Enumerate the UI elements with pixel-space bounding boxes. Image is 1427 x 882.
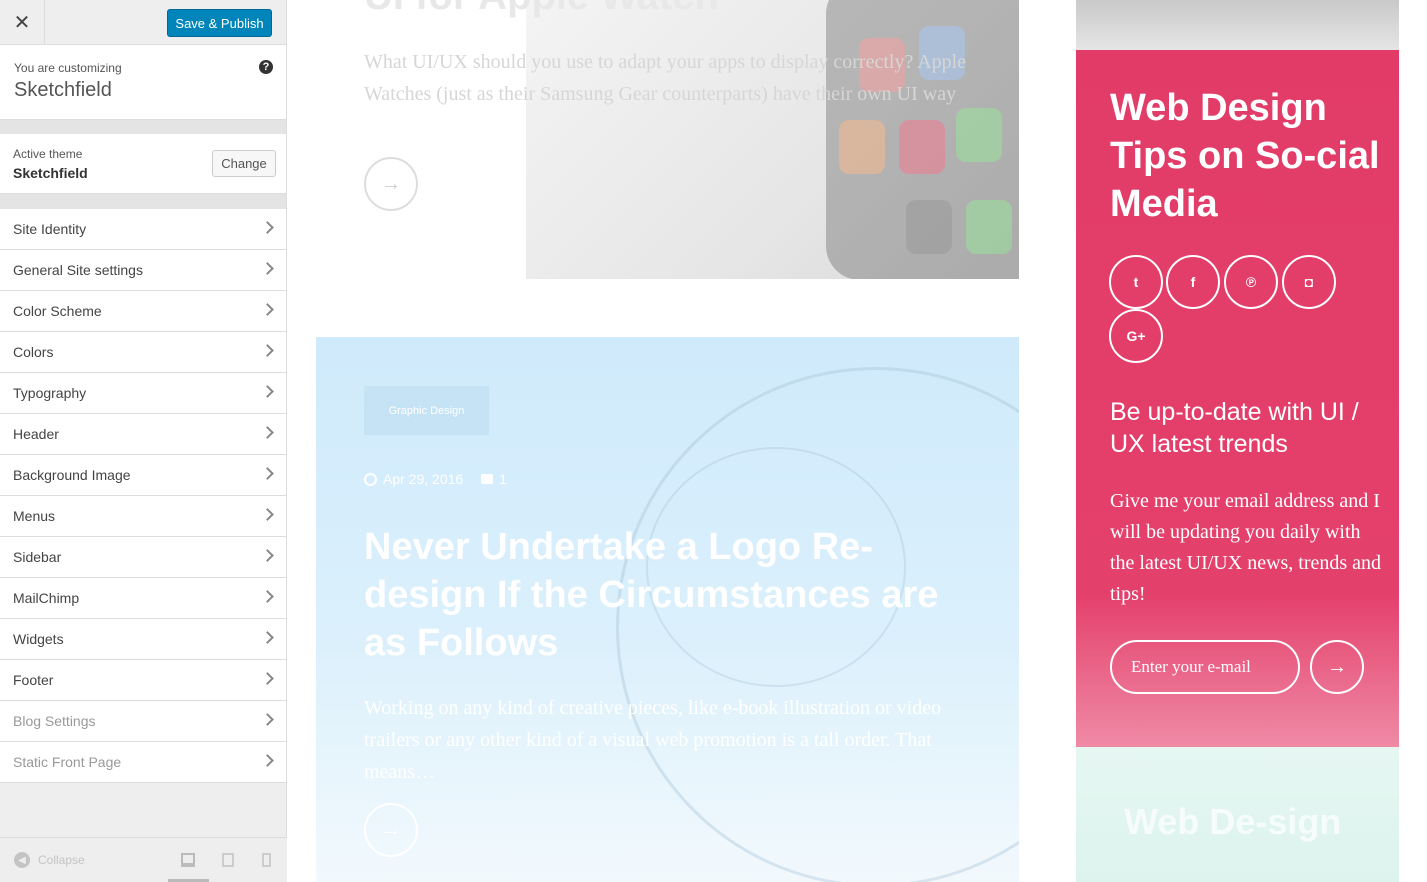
widget-title: Web Design Tips on So-cial Media bbox=[1110, 87, 1380, 225]
section-label: Sidebar bbox=[13, 549, 62, 565]
section-list: Site Identity General Site settings Colo… bbox=[0, 209, 286, 783]
site-name: Sketchfield bbox=[14, 79, 112, 101]
comment-icon bbox=[481, 474, 494, 484]
chevron-right-icon bbox=[261, 262, 274, 275]
save-publish-button[interactable]: Save & Publish bbox=[167, 9, 272, 37]
app-icon bbox=[966, 200, 1012, 254]
clock-icon bbox=[364, 472, 377, 486]
email-field[interactable]: Enter your e-mail bbox=[1110, 640, 1300, 694]
read-more-button[interactable]: → bbox=[364, 157, 418, 211]
app-icon bbox=[899, 120, 945, 174]
active-theme-section: Active theme Sketchfield Change bbox=[0, 134, 286, 194]
section-label: Blog Settings bbox=[13, 713, 96, 729]
chevron-right-icon bbox=[261, 754, 274, 767]
section-color-scheme[interactable]: Color Scheme bbox=[0, 291, 286, 332]
section-label: Footer bbox=[13, 672, 54, 688]
section-header[interactable]: Header bbox=[0, 414, 286, 455]
section-mailchimp[interactable]: MailChimp bbox=[0, 578, 286, 619]
section-label: Typography bbox=[13, 385, 87, 401]
google-plus-icon[interactable]: G+ bbox=[1109, 309, 1163, 363]
post-excerpt: Working on any kind of creative pieces, … bbox=[364, 697, 942, 783]
section-typography[interactable]: Typography bbox=[0, 373, 286, 414]
section-background-image[interactable]: Background Image bbox=[0, 455, 286, 496]
post-meta: Apr 29, 2016 1 bbox=[364, 471, 507, 487]
section-site-identity[interactable]: Site Identity bbox=[0, 209, 286, 250]
post-date: Apr 29, 2016 bbox=[383, 471, 464, 487]
post-card[interactable]: Graphic Design Apr 29, 2016 1 Never Unde… bbox=[316, 337, 1019, 882]
desktop-preview-icon[interactable] bbox=[181, 853, 195, 867]
section-label: Header bbox=[13, 426, 59, 442]
instagram-icon[interactable]: ◘ bbox=[1282, 255, 1336, 309]
widget-image-strip bbox=[1076, 0, 1399, 50]
customizer-footer: ◀ Collapse bbox=[0, 837, 287, 882]
category-tag[interactable]: Graphic Design bbox=[364, 386, 489, 435]
collapse-icon: ◀ bbox=[14, 852, 30, 868]
close-icon[interactable]: ✕ bbox=[0, 0, 45, 45]
chevron-right-icon bbox=[261, 221, 274, 234]
chevron-right-icon bbox=[261, 303, 274, 316]
comment-count[interactable]: 1 bbox=[499, 471, 507, 487]
pinterest-icon[interactable]: ℗ bbox=[1224, 255, 1278, 309]
widget-description: Give me your email address and I will be… bbox=[1110, 490, 1382, 605]
section-menus[interactable]: Menus bbox=[0, 496, 286, 537]
post-title[interactable]: UI for Apple Watch bbox=[364, 0, 719, 19]
section-footer[interactable]: Footer bbox=[0, 660, 286, 701]
post-title[interactable]: Never Undertake a Logo Re-design If the … bbox=[364, 523, 964, 667]
post-card[interactable]: UI for Apple Watch What UI/UX should you… bbox=[316, 0, 1019, 279]
read-more-button[interactable]: → bbox=[364, 803, 418, 857]
tablet-preview-icon[interactable] bbox=[222, 853, 234, 867]
app-icon bbox=[956, 108, 1002, 162]
collapse-label: Collapse bbox=[38, 853, 85, 867]
chevron-right-icon bbox=[261, 508, 274, 521]
app-icon bbox=[839, 120, 885, 174]
customizer-panel: ✕ Save & Publish You are customizing Ske… bbox=[0, 0, 287, 882]
section-blog-settings[interactable]: Blog Settings bbox=[0, 701, 286, 742]
section-label: Color Scheme bbox=[13, 303, 102, 319]
site-preview: UI for Apple Watch What UI/UX should you… bbox=[287, 0, 1427, 882]
collapse-button[interactable]: ◀ Collapse bbox=[14, 852, 85, 868]
app-icon bbox=[906, 200, 952, 254]
mobile-preview-icon[interactable] bbox=[262, 853, 271, 867]
chevron-right-icon bbox=[261, 385, 274, 398]
widget-subtitle: Be up-to-date with UI / UX latest trends bbox=[1110, 398, 1359, 458]
help-icon[interactable]: ? bbox=[259, 60, 273, 74]
section-label: Background Image bbox=[13, 467, 131, 483]
newsletter-widget: Web Design Tips on So-cial Media t f ℗ ◘… bbox=[1076, 50, 1399, 747]
chevron-right-icon bbox=[261, 426, 274, 439]
section-label: Menus bbox=[13, 508, 56, 524]
chevron-right-icon bbox=[261, 590, 274, 603]
chevron-right-icon bbox=[261, 344, 274, 357]
chevron-right-icon bbox=[261, 631, 274, 644]
chevron-right-icon bbox=[261, 467, 274, 480]
divider bbox=[0, 194, 286, 209]
twitter-icon[interactable]: t bbox=[1109, 255, 1163, 309]
change-theme-button[interactable]: Change bbox=[212, 150, 276, 177]
section-label: General Site settings bbox=[13, 262, 143, 278]
section-label: Colors bbox=[13, 344, 54, 360]
facebook-icon[interactable]: f bbox=[1166, 255, 1220, 309]
subscribe-button[interactable]: → bbox=[1310, 640, 1364, 694]
section-sidebar[interactable]: Sidebar bbox=[0, 537, 286, 578]
section-label: Site Identity bbox=[13, 221, 87, 237]
customizer-header: ✕ Save & Publish bbox=[0, 0, 286, 45]
post-excerpt: What UI/UX should you use to adapt your … bbox=[364, 51, 967, 105]
section-label: Widgets bbox=[13, 631, 64, 647]
divider bbox=[0, 120, 286, 134]
chevron-right-icon bbox=[261, 713, 274, 726]
post-title[interactable]: Web De-sign bbox=[1124, 799, 1364, 845]
section-colors[interactable]: Colors bbox=[0, 332, 286, 373]
post-card[interactable]: Web De-sign bbox=[1076, 747, 1399, 882]
section-widgets[interactable]: Widgets bbox=[0, 619, 286, 660]
post-image bbox=[526, 0, 1019, 279]
section-label: MailChimp bbox=[13, 590, 80, 606]
customizing-label: You are customizing bbox=[14, 61, 122, 75]
section-static-front-page[interactable]: Static Front Page bbox=[0, 742, 286, 783]
section-label: Static Front Page bbox=[13, 754, 122, 770]
chevron-right-icon bbox=[261, 672, 274, 685]
chevron-right-icon bbox=[261, 549, 274, 562]
customizer-info: You are customizing Sketchfield bbox=[0, 45, 286, 120]
section-general-site-settings[interactable]: General Site settings bbox=[0, 250, 286, 291]
